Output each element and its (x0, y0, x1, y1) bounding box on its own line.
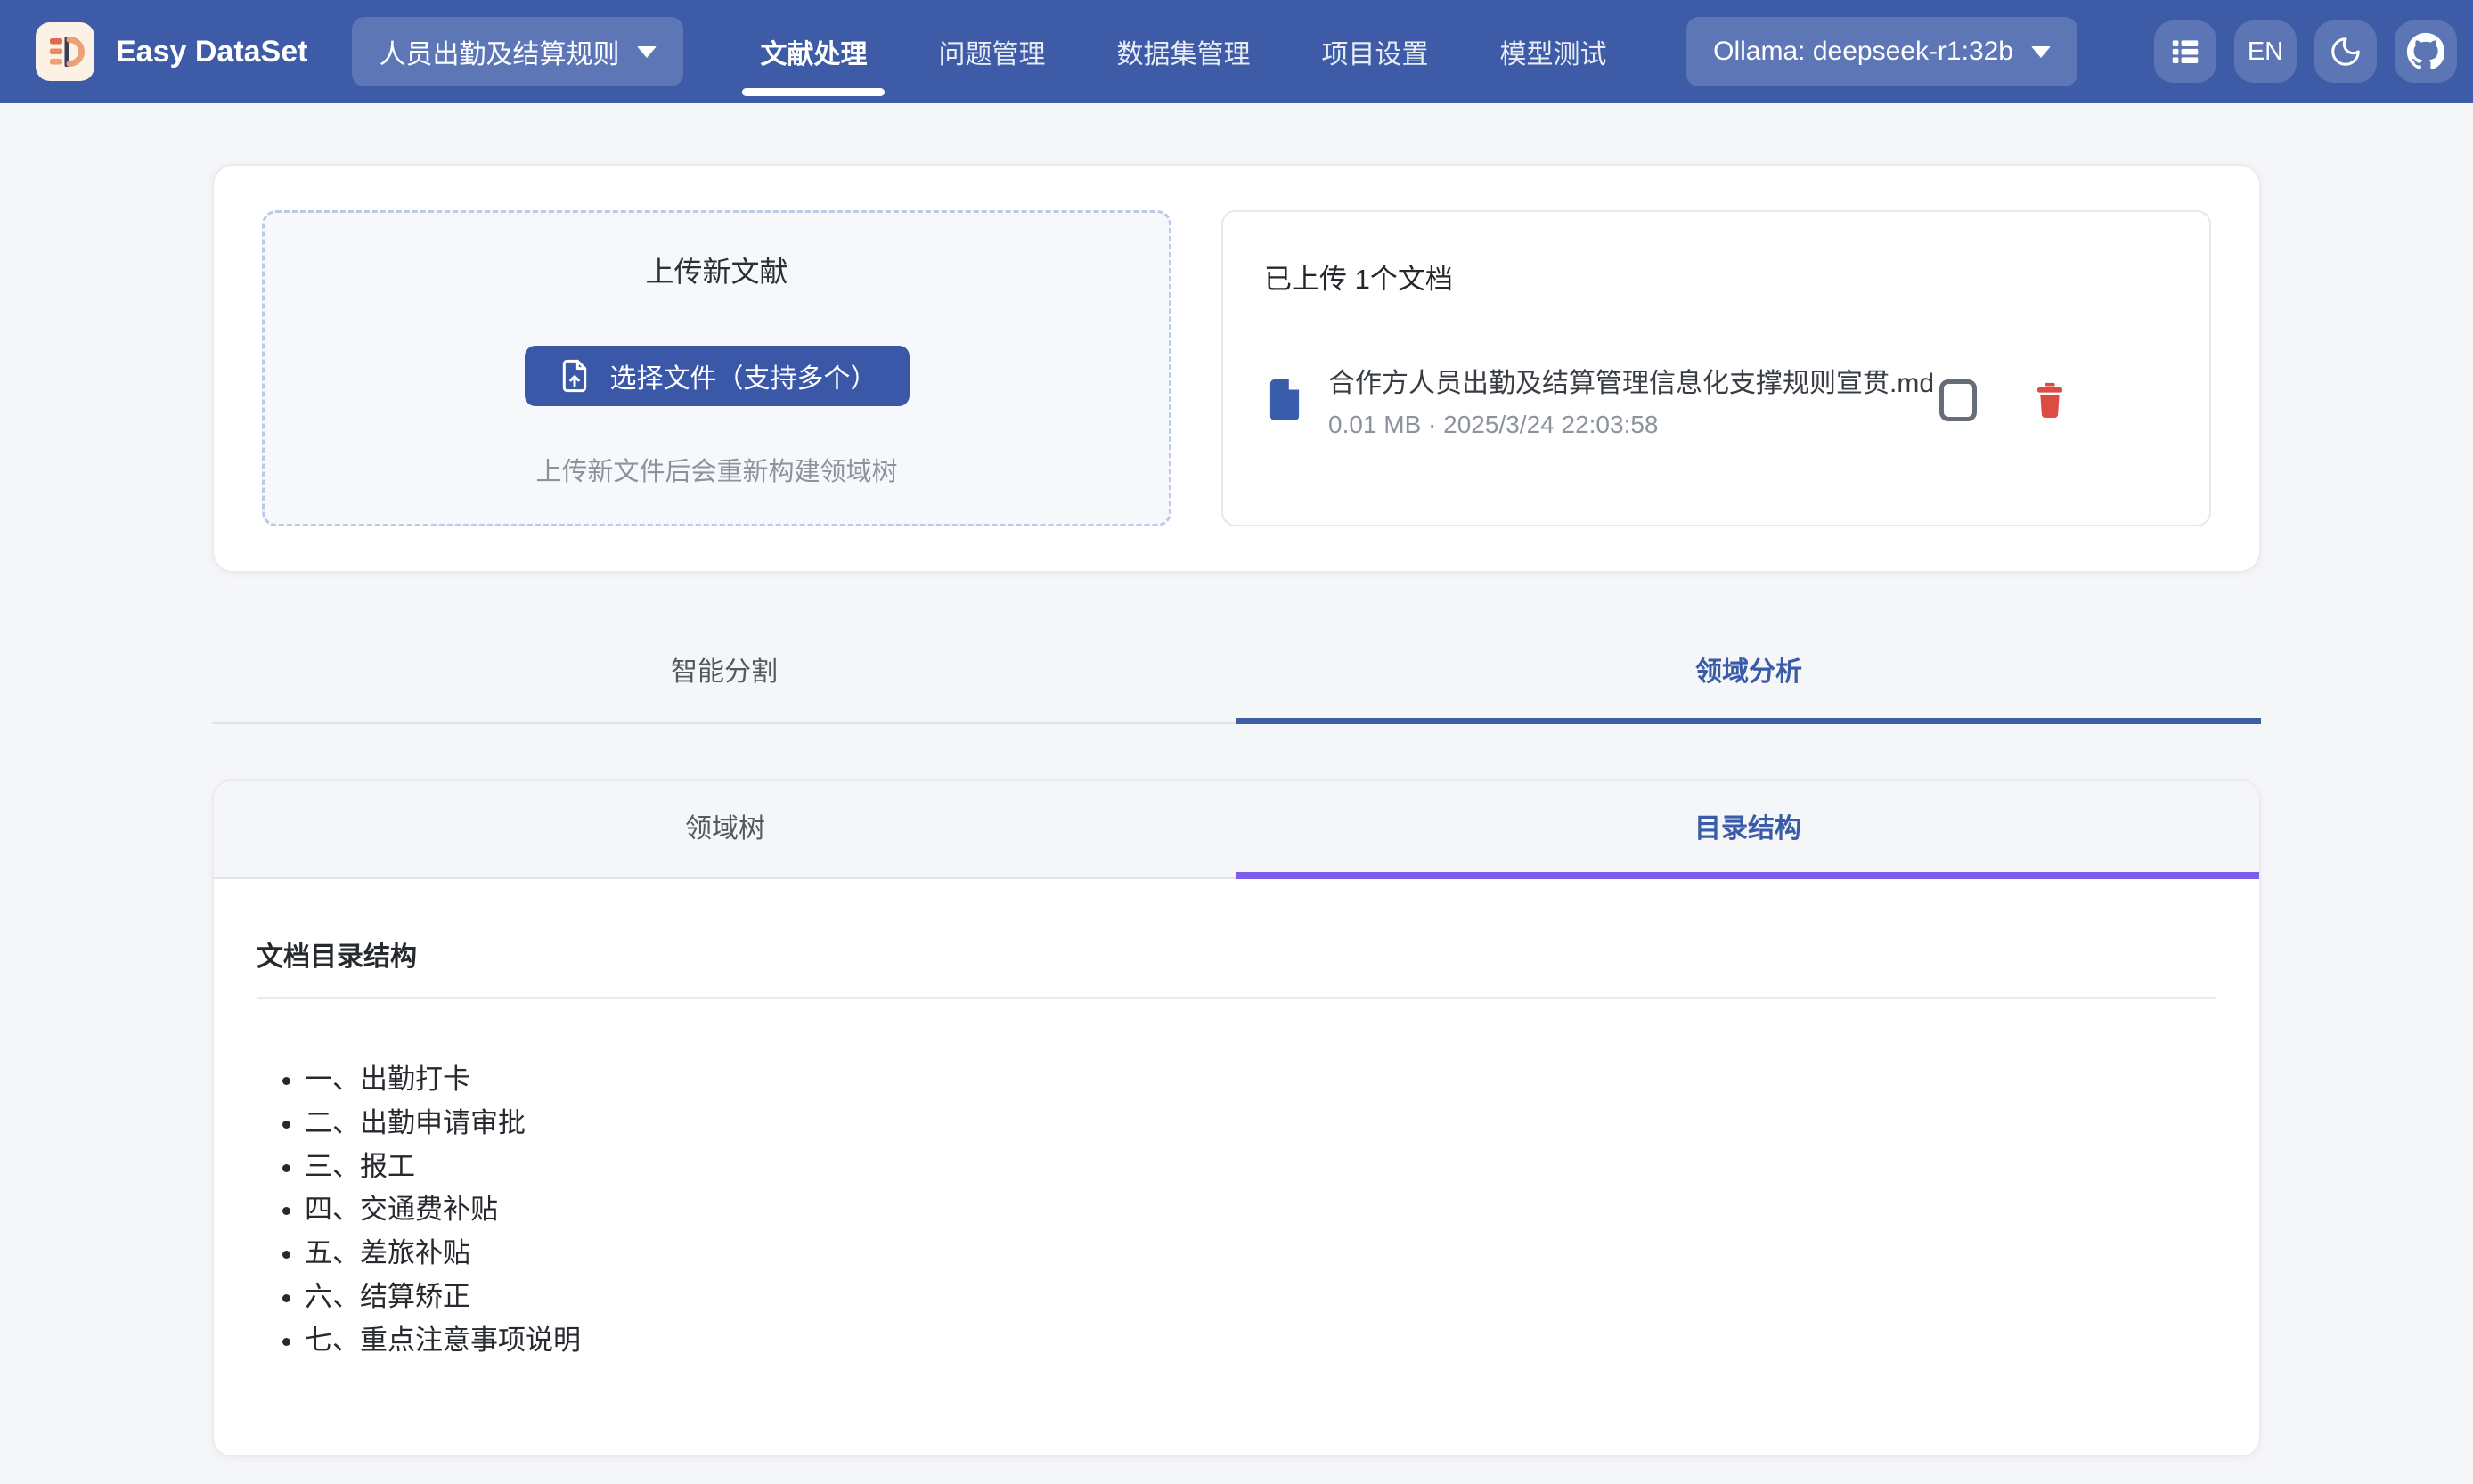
toc-item: 五、差旅补贴 (305, 1236, 2216, 1271)
toc-item: 二、出勤申请审批 (305, 1106, 2216, 1141)
toc-item: 六、结算矫正 (305, 1280, 2216, 1315)
task-list-button[interactable] (2154, 20, 2216, 83)
preview-icon[interactable] (1939, 379, 1977, 421)
model-selector[interactable]: Ollama: deepseek-r1:32b (1686, 17, 2077, 86)
divider (257, 997, 2216, 999)
domain-analysis-card: 领域树 目录结构 文档目录结构 一、出勤打卡 二、出勤申请审批 三、报工 四、交… (212, 779, 2261, 1457)
navbar-right-group: Ollama: deepseek-r1:32b EN (1686, 17, 2457, 86)
file-name: 合作方人员出勤及结算管理信息化支撑规则宣贯.md (1328, 361, 1934, 400)
theme-toggle-button[interactable] (2314, 20, 2377, 83)
file-meta: 0.01 MB · 2025/3/24 22:03:58 (1328, 411, 1934, 439)
nav-item-model-testing[interactable]: 模型测试 (1464, 0, 1642, 103)
model-selector-label: Ollama: deepseek-r1:32b (1713, 37, 2013, 67)
subtab-label: 领域树 (685, 814, 765, 844)
toc-list: 一、出勤打卡 二、出勤申请审批 三、报工 四、交通费补贴 五、差旅补贴 六、结算… (257, 1063, 2216, 1358)
select-files-button[interactable]: 选择文件（支持多个） (525, 346, 910, 406)
project-selector-label: 人员出勤及结算规则 (379, 32, 619, 71)
page-content: 上传新文献 选择文件（支持多个） 上传新文件后会重新构建领域树 已上传 1个文档 (212, 164, 2261, 1484)
tab-label: 智能分割 (671, 657, 778, 687)
toc-item: 七、重点注意事项说明 (305, 1324, 2216, 1358)
easy-dataset-logo-icon (44, 30, 86, 73)
toc-item: 一、出勤打卡 (305, 1063, 2216, 1097)
upload-title: 上传新文献 (645, 249, 788, 290)
tab-domain-analysis[interactable]: 领域分析 (1236, 626, 2261, 722)
active-subtab-underline (1236, 872, 2259, 879)
subtab-label: 目录结构 (1694, 814, 1801, 844)
task-list-icon (2168, 35, 2202, 69)
file-info: 合作方人员出勤及结算管理信息化支撑规则宣贯.md 0.01 MB · 2025/… (1328, 361, 1934, 439)
nav-item-label: 数据集管理 (1116, 32, 1250, 71)
upload-section: 上传新文献 选择文件（支持多个） 上传新文件后会重新构建领域树 已上传 1个文档 (212, 164, 2261, 573)
active-tab-underline (1236, 718, 2261, 724)
project-selector[interactable]: 人员出勤及结算规则 (352, 17, 683, 86)
github-icon (2406, 32, 2445, 71)
subtab-domain-tree[interactable]: 领域树 (214, 781, 1236, 877)
language-label: EN (2248, 37, 2283, 67)
analysis-tabs: 智能分割 领域分析 (212, 626, 2261, 724)
language-toggle-button[interactable]: EN (2234, 20, 2297, 83)
nav-item-project-settings[interactable]: 项目设置 (1285, 0, 1464, 103)
toc-content: 文档目录结构 一、出勤打卡 二、出勤申请审批 三、报工 四、交通费补贴 五、差旅… (214, 879, 2259, 1455)
chevron-down-icon (637, 46, 657, 58)
main-nav: 文献处理 问题管理 数据集管理 项目设置 模型测试 (724, 0, 1642, 103)
moon-icon (2329, 35, 2363, 69)
github-button[interactable] (2395, 20, 2457, 83)
active-nav-underline (742, 88, 885, 96)
nav-item-dataset-management[interactable]: 数据集管理 (1081, 0, 1285, 103)
subtab-toc-structure[interactable]: 目录结构 (1236, 781, 2259, 877)
app-title: Easy DataSet (116, 35, 307, 69)
tab-smart-split[interactable]: 智能分割 (212, 626, 1236, 722)
uploaded-documents-panel: 已上传 1个文档 合作方人员出勤及结算管理信息化支撑规则宣贯.md 0.01 M… (1221, 210, 2211, 526)
delete-file-button[interactable] (2032, 380, 2068, 420)
upload-hint: 上传新文件后会重新构建领域树 (535, 451, 897, 488)
nav-item-label: 模型测试 (1499, 32, 1606, 71)
toc-item: 四、交通费补贴 (305, 1193, 2216, 1227)
file-upload-icon (557, 358, 592, 394)
nav-item-question-management[interactable]: 问题管理 (902, 0, 1081, 103)
chevron-down-icon (2031, 46, 2051, 58)
nav-item-label: 文献处理 (760, 32, 867, 71)
trash-icon (2032, 380, 2068, 420)
nav-item-label: 问题管理 (938, 32, 1045, 71)
nav-item-document-processing[interactable]: 文献处理 (724, 0, 902, 103)
domain-subtabs: 领域树 目录结构 (214, 781, 2259, 879)
nav-item-label: 项目设置 (1321, 32, 1428, 71)
uploaded-count-title: 已上传 1个文档 (1264, 257, 2168, 297)
toc-heading: 文档目录结构 (257, 934, 2216, 974)
tab-label: 领域分析 (1695, 657, 1802, 687)
toc-item: 三、报工 (305, 1150, 2216, 1185)
document-icon (1264, 376, 1305, 424)
file-row: 合作方人员出勤及结算管理信息化支撑规则宣贯.md 0.01 MB · 2025/… (1264, 361, 2168, 439)
navbar: Easy DataSet 人员出勤及结算规则 文献处理 问题管理 数据集管理 项… (0, 0, 2473, 103)
app-logo-icon[interactable] (36, 22, 94, 81)
select-files-label: 选择文件（支持多个） (610, 356, 877, 395)
upload-dropzone[interactable]: 上传新文献 选择文件（支持多个） 上传新文件后会重新构建领域树 (262, 210, 1171, 526)
